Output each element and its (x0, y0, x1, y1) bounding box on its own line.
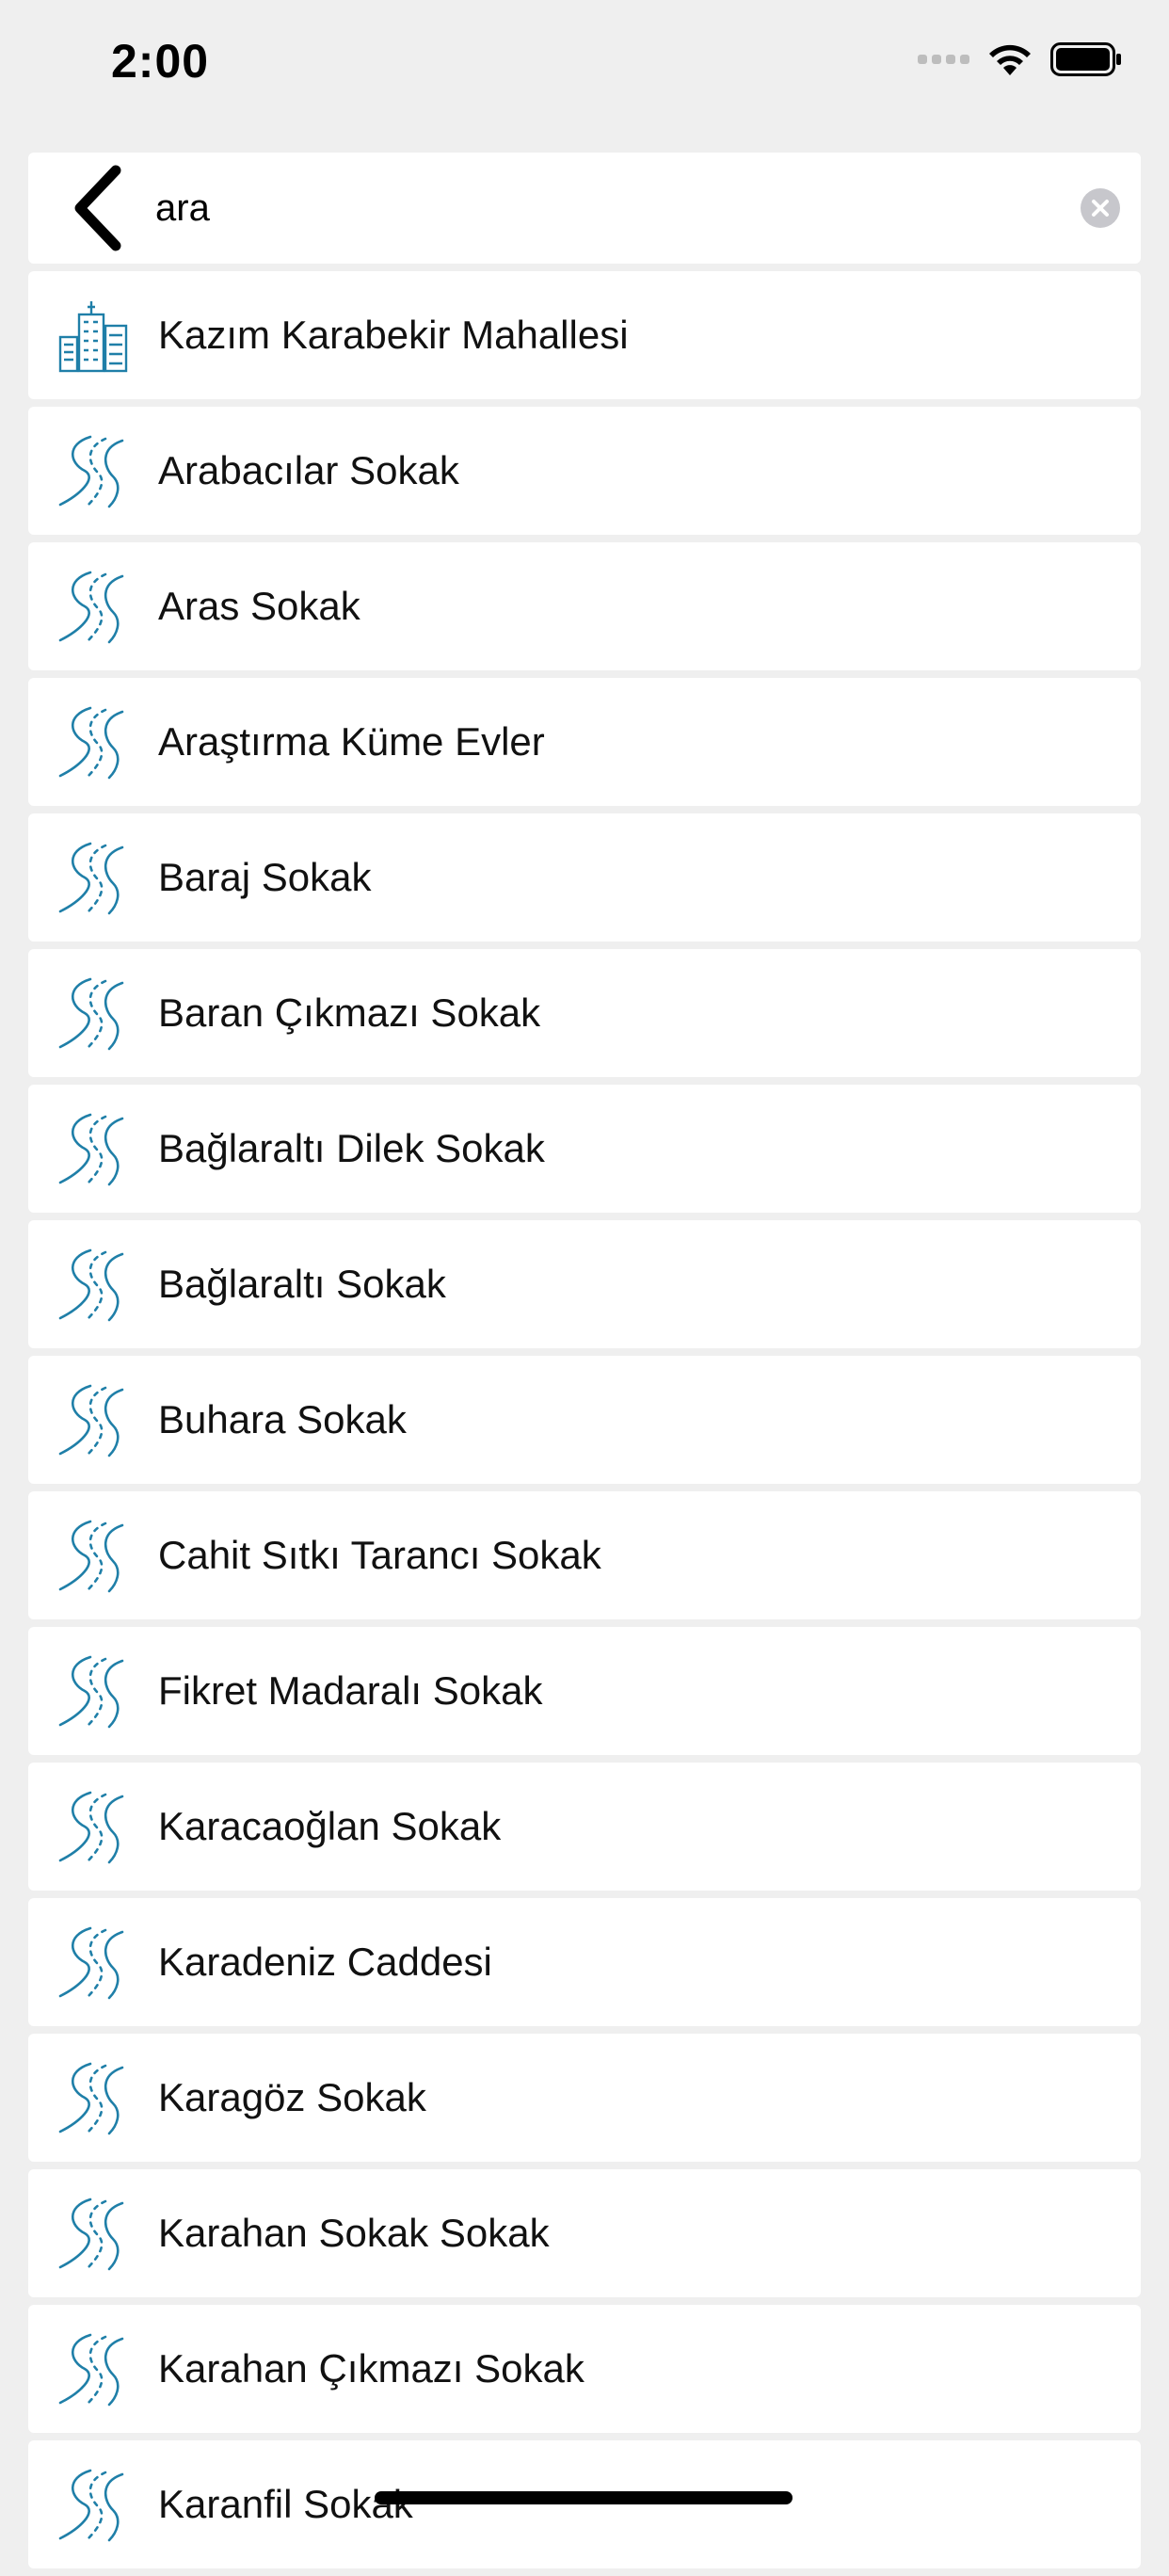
result-label: Cahit Sıtkı Tarancı Sokak (158, 1533, 601, 1577)
clear-circle-icon (1092, 200, 1109, 217)
result-item[interactable]: Bağlaraltı Dilek Sokak (28, 1085, 1141, 1213)
home-indicator (375, 2491, 793, 2504)
result-item[interactable]: Karahan Sokak Sokak (28, 2169, 1141, 2297)
road-icon (56, 2196, 130, 2271)
result-item[interactable]: Cahit Sıtkı Tarancı Sokak (28, 1491, 1141, 1619)
result-item[interactable]: Karahan Çıkmazı Sokak (28, 2305, 1141, 2433)
chevron-left-icon (74, 165, 121, 251)
result-label: Bağlaraltı Sokak (158, 1262, 446, 1306)
building-icon (56, 298, 130, 373)
road-icon (56, 1518, 130, 1593)
result-item[interactable]: Buhara Sokak (28, 1356, 1141, 1484)
result-item[interactable]: Baran Çıkmazı Sokak (28, 949, 1141, 1077)
battery-icon (1050, 42, 1121, 76)
status-bar: 2:00 (0, 0, 1169, 132)
result-label: Fikret Madaralı Sokak (158, 1668, 543, 1713)
result-item[interactable]: Fikret Madaralı Sokak (28, 1627, 1141, 1755)
road-icon (56, 433, 130, 508)
road-icon (56, 1924, 130, 2000)
result-label: Araştırma Küme Evler (158, 719, 545, 764)
result-label: Kazım Karabekir Mahallesi (158, 313, 629, 357)
result-label: Aras Sokak (158, 584, 360, 628)
result-item[interactable]: Baraj Sokak (28, 813, 1141, 942)
result-item[interactable]: Kazım Karabekir Mahallesi (28, 271, 1141, 399)
result-label: Bağlaraltı Dilek Sokak (158, 1126, 545, 1170)
result-label: Karagöz Sokak (158, 2075, 426, 2119)
search-bar (28, 153, 1141, 264)
road-icon (56, 2331, 130, 2407)
road-icon (56, 1247, 130, 1322)
result-label: Karanfil Sokak (158, 2482, 413, 2526)
result-label: Baran Çıkmazı Sokak (158, 990, 541, 1035)
road-icon (56, 840, 130, 915)
road-icon (56, 1382, 130, 1457)
road-icon (56, 2060, 130, 2135)
result-item[interactable]: Karacaoğlan Sokak (28, 1763, 1141, 1891)
road-icon (56, 1111, 130, 1186)
result-item[interactable]: Karanfil Sokak (28, 2440, 1141, 2568)
results-list: Kazım Karabekir Mahallesi Arabacılar Sok… (28, 271, 1141, 2576)
result-item[interactable]: Aras Sokak (28, 542, 1141, 670)
road-icon (56, 975, 130, 1051)
result-item[interactable]: Karadeniz Caddesi (28, 1898, 1141, 2026)
result-label: Buhara Sokak (158, 1397, 407, 1441)
road-icon (56, 1653, 130, 1729)
road-icon (56, 1789, 130, 1864)
back-button[interactable] (55, 165, 139, 251)
result-label: Karadeniz Caddesi (158, 1940, 492, 1984)
result-label: Baraj Sokak (158, 855, 372, 899)
road-icon (56, 569, 130, 644)
result-label: Karahan Çıkmazı Sokak (158, 2346, 584, 2391)
result-item[interactable]: Araştırma Küme Evler (28, 678, 1141, 806)
status-time: 2:00 (111, 35, 210, 88)
search-input[interactable] (155, 169, 1059, 247)
wifi-icon (989, 44, 1031, 75)
cellular-signal-icon (918, 55, 969, 64)
result-label: Karahan Sokak Sokak (158, 2211, 550, 2255)
result-label: Arabacılar Sokak (158, 448, 459, 492)
road-icon (56, 704, 130, 780)
status-indicators (918, 41, 1122, 77)
result-item[interactable]: Bağlaraltı Sokak (28, 1220, 1141, 1348)
clear-button[interactable] (1081, 188, 1120, 228)
road-icon (56, 2467, 130, 2542)
result-item[interactable]: Karagöz Sokak (28, 2034, 1141, 2162)
result-label: Karacaoğlan Sokak (158, 1804, 502, 1848)
result-item[interactable]: Arabacılar Sokak (28, 407, 1141, 535)
